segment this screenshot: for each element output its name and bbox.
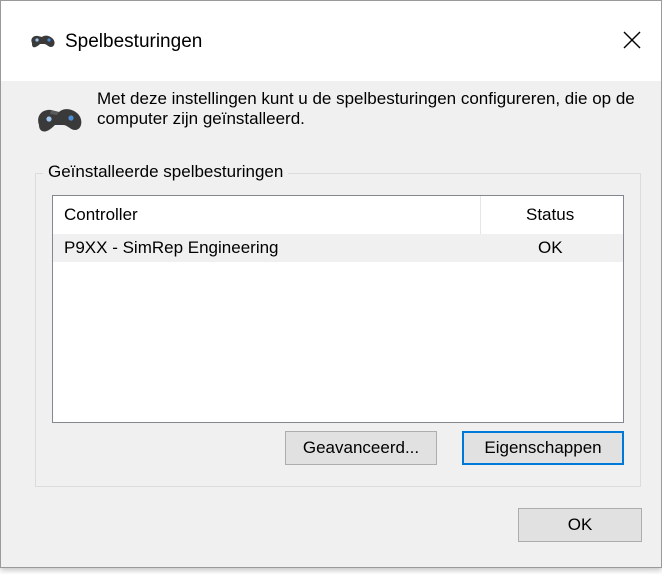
title-bar: Spelbesturingen <box>1 1 661 81</box>
window-title: Spelbesturingen <box>65 31 203 52</box>
column-header-controller[interactable]: Controller <box>53 196 481 234</box>
game-controllers-dialog: Spelbesturingen Met deze instellingen ku… <box>0 0 662 568</box>
close-icon <box>623 31 641 49</box>
column-header-status[interactable]: Status <box>481 196 623 234</box>
description-text: Met deze instellingen kunt u de spelbest… <box>97 89 635 128</box>
gamepad-icon <box>38 109 82 132</box>
controller-name: P9XX - SimRep Engineering <box>64 238 279 257</box>
list-item[interactable]: P9XX - SimRep Engineering OK <box>53 234 623 262</box>
dialog-body: Met deze instellingen kunt u de spelbest… <box>1 81 661 567</box>
advanced-button[interactable]: Geavanceerd... <box>285 431 437 465</box>
group-label: Geïnstalleerde spelbesturingen <box>43 161 289 183</box>
list-header: Controller Status <box>53 196 623 234</box>
column-label: Controller <box>64 205 138 224</box>
column-label: Status <box>526 205 575 224</box>
properties-button[interactable]: Eigenschappen <box>462 431 624 465</box>
controller-status: OK <box>538 238 563 257</box>
gamepad-icon <box>31 35 55 48</box>
close-button[interactable] <box>615 23 649 57</box>
ok-button[interactable]: OK <box>518 508 642 542</box>
controllers-list[interactable]: Controller Status P9XX - SimRep Engineer… <box>52 195 624 423</box>
